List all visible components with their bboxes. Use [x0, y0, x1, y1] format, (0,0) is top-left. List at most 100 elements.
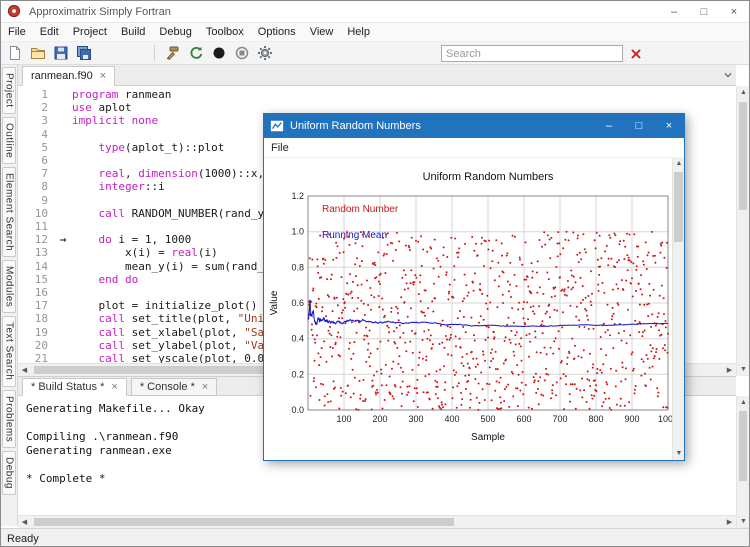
scroll-up-icon[interactable]: ▲ [737, 396, 749, 409]
marker-margin [54, 299, 72, 312]
side-tab-text-search[interactable]: Text Search [2, 316, 16, 387]
svg-text:0.6: 0.6 [291, 298, 304, 308]
side-tab-modules[interactable]: Modules [2, 259, 16, 314]
marker-margin [54, 88, 72, 101]
menu-view[interactable]: View [303, 23, 341, 42]
scroll-down-icon[interactable]: ▼ [737, 515, 749, 528]
scroll-thumb[interactable] [739, 102, 747, 210]
plot-window-titlebar[interactable]: Uniform Random Numbers – □ × [264, 114, 684, 138]
plot-client: Uniform Random Numbers 0.0 0.2 0.4 0.6 0.8 1.0… [264, 158, 684, 460]
side-tab-project[interactable]: Project [2, 67, 16, 114]
code-text: end do [98, 272, 139, 286]
line-number: 1 [41, 88, 48, 101]
svg-text:800: 800 [588, 414, 603, 424]
editor-tab-ranmean[interactable]: ranmean.f90 × [22, 66, 116, 86]
toolbar [1, 42, 749, 65]
plot-title: Uniform Random Numbers [423, 171, 554, 183]
marker-margin [54, 128, 72, 141]
code-text: mean_y(i) = sum(rand_ [72, 259, 265, 273]
rebuild-icon[interactable] [186, 43, 206, 63]
scroll-up-icon[interactable]: ▲ [737, 86, 749, 99]
minimize-button[interactable]: – [594, 114, 624, 138]
minimize-button[interactable]: – [659, 1, 689, 22]
chevron-down-icon[interactable] [722, 69, 734, 81]
marker-margin [54, 220, 72, 233]
menu-options[interactable]: Options [251, 23, 303, 42]
marker-margin [54, 286, 72, 299]
code-text: plot = initialize_plot() [72, 299, 258, 313]
svg-text:1000: 1000 [658, 414, 672, 424]
scroll-down-icon[interactable]: ▼ [737, 363, 749, 376]
editor-vertical-scrollbar[interactable]: ▲ ▼ [736, 86, 749, 376]
scroll-thumb[interactable] [34, 518, 454, 526]
code-text: call set_title(plot, "Uni [98, 312, 265, 326]
svg-text:400: 400 [444, 414, 459, 424]
line-number: 15 [34, 272, 48, 286]
save-all-icon[interactable] [74, 43, 94, 63]
close-icon[interactable]: × [100, 71, 106, 82]
side-tab-problems[interactable]: Problems [2, 389, 16, 448]
scroll-thumb[interactable] [674, 172, 683, 242]
line-number: 8 [41, 180, 48, 194]
line-number: 13 [34, 246, 48, 260]
marker-margin [54, 207, 72, 220]
legend-running-mean: Running Mean [322, 230, 387, 241]
editor-tab-label: ranmean.f90 [31, 70, 93, 82]
marker-margin [54, 180, 72, 193]
line-number: 9 [41, 193, 48, 207]
line-number: 19 [34, 325, 48, 339]
menu-project[interactable]: Project [66, 23, 114, 42]
toolbar-separator [154, 45, 155, 61]
menu-debug[interactable]: Debug [152, 23, 198, 42]
halt-icon[interactable] [232, 43, 252, 63]
scroll-thumb[interactable] [739, 411, 747, 481]
line-number: 16 [34, 286, 48, 300]
code-text: call set_ylabel(plot, "Va [98, 338, 265, 352]
menubar: File Edit Project Build Debug Toolbox Options V… [1, 23, 749, 42]
side-tab-label: Problems [3, 395, 15, 442]
side-tab-outline[interactable]: Outline [2, 116, 16, 164]
menu-file[interactable]: File [1, 23, 33, 42]
panel-tab-build-status[interactable]: * Build Status * × [22, 378, 127, 396]
side-tab-element-search[interactable]: Element Search [2, 166, 16, 257]
panel-horizontal-scrollbar[interactable]: ◀ ▶ [18, 515, 736, 528]
search-input[interactable] [441, 45, 623, 62]
line-number: 12 [34, 233, 48, 247]
build-settings-icon[interactable] [255, 43, 275, 63]
editor-tabbar: ranmean.f90 × [18, 65, 736, 86]
scroll-up-icon[interactable]: ▲ [673, 158, 685, 170]
launch-icon[interactable] [209, 43, 229, 63]
scroll-down-icon[interactable]: ▼ [673, 448, 685, 460]
code-text: integer::i [98, 180, 165, 194]
close-icon[interactable]: × [202, 382, 208, 393]
menu-edit[interactable]: Edit [33, 23, 66, 42]
side-tab-strip: Project Outline Element Search Modules Text … [1, 65, 18, 526]
marker-margin [54, 194, 72, 207]
new-file-icon[interactable] [5, 43, 25, 63]
svg-text:0.8: 0.8 [291, 262, 304, 272]
build-icon[interactable] [163, 43, 183, 63]
maximize-button[interactable]: □ [689, 1, 719, 22]
menu-toolbox[interactable]: Toolbox [199, 23, 251, 42]
marker-margin [54, 260, 72, 273]
close-icon[interactable]: × [111, 382, 117, 393]
clear-search-button[interactable] [628, 46, 644, 62]
app-window: Approximatrix Simply Fortran – □ × File Edi… [0, 0, 750, 547]
line-number: 10 [34, 206, 48, 220]
side-tab-label: Text Search [3, 322, 15, 381]
plot-vertical-scrollbar[interactable]: ▲ ▼ [672, 158, 684, 460]
panel-vertical-scrollbar[interactable]: ▲ ▼ [736, 396, 749, 528]
y-tick-labels: 0.0 0.2 0.4 0.6 0.8 1.0 1.2 [291, 191, 304, 415]
panel-tab-console[interactable]: * Console * × [130, 378, 218, 396]
line-number: 6 [41, 154, 48, 168]
menu-build[interactable]: Build [114, 23, 152, 42]
code-text: call set_xlabel(plot, "Sa [98, 325, 265, 339]
save-icon[interactable] [51, 43, 71, 63]
maximize-button[interactable]: □ [624, 114, 654, 138]
close-button[interactable]: × [654, 114, 684, 138]
plot-menu-file[interactable]: File [264, 138, 296, 158]
close-button[interactable]: × [719, 1, 749, 22]
open-project-icon[interactable] [28, 43, 48, 63]
menu-help[interactable]: Help [340, 23, 377, 42]
side-tab-debug[interactable]: Debug [2, 450, 16, 495]
